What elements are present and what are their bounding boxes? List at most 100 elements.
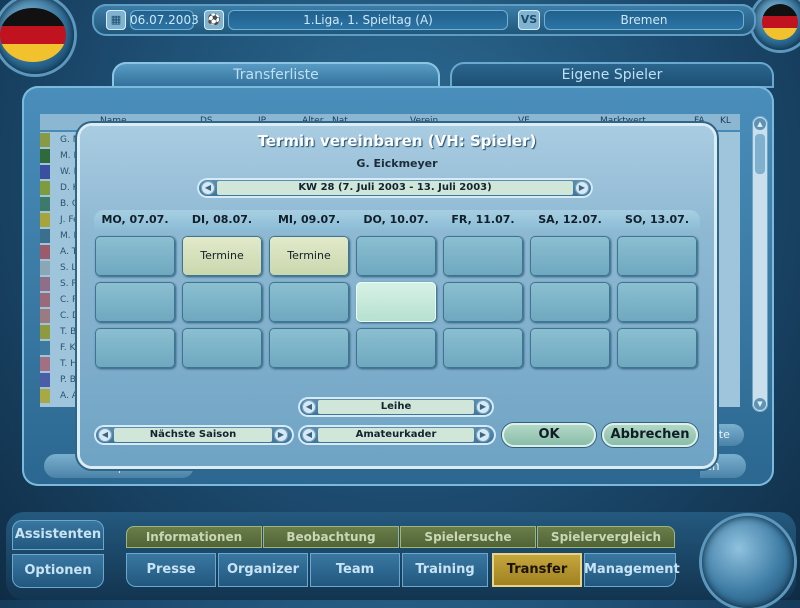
color-swatch xyxy=(40,357,50,371)
fixture-icon[interactable]: ⚽ xyxy=(204,10,224,30)
nav-management[interactable]: Management xyxy=(584,553,680,587)
sub-spielersuche[interactable]: Spielersuche xyxy=(400,526,536,548)
color-swatch xyxy=(40,373,50,387)
slot-mi-2[interactable] xyxy=(269,282,349,322)
contract-type-field: Leihe xyxy=(318,400,474,414)
slot-di-2[interactable] xyxy=(182,282,262,322)
slot-so-1[interactable] xyxy=(617,236,697,276)
day-fr: FR, 11.07. xyxy=(451,213,515,226)
next-week-button[interactable]: ▶ xyxy=(575,181,589,195)
day-so: SO, 13.07. xyxy=(624,213,689,226)
prev-contract-button[interactable]: ◀ xyxy=(302,400,316,414)
slot-mi-3[interactable] xyxy=(269,328,349,368)
color-swatch xyxy=(40,389,50,403)
prev-week-button[interactable]: ◀ xyxy=(201,181,215,195)
slot-fr-2[interactable] xyxy=(443,282,523,322)
versus-label: VS xyxy=(518,10,540,30)
prev-squad-button[interactable]: ◀ xyxy=(302,428,316,442)
slot-do-3[interactable] xyxy=(356,328,436,368)
current-date: 06.07.2003 xyxy=(130,10,199,30)
tab-eigene-spieler[interactable]: Eigene Spieler xyxy=(450,62,774,88)
slot-so-2[interactable] xyxy=(617,282,697,322)
week-selector: ◀ KW 28 (7. Juli 2003 - 13. Juli 2003) ▶ xyxy=(197,178,593,198)
slot-so-3[interactable] xyxy=(617,328,697,368)
scroll-down-icon[interactable]: ▼ xyxy=(754,398,766,410)
slot-fr-1[interactable] xyxy=(443,236,523,276)
prev-season-button[interactable]: ◀ xyxy=(98,428,112,442)
slot-mo-1[interactable] xyxy=(95,236,175,276)
sub-spielervergleich[interactable]: Spielervergleich xyxy=(537,526,675,548)
slot-fr-3[interactable] xyxy=(443,328,523,368)
slot-do-1[interactable] xyxy=(356,236,436,276)
dialog-title: Termin vereinbaren (VH: Spieler) xyxy=(257,132,537,150)
slot-mi-1[interactable]: Termine xyxy=(269,236,349,276)
assistenten-button[interactable]: Assistenten xyxy=(12,520,104,550)
col-ip[interactable]: IP xyxy=(258,116,266,126)
slot-mo-2[interactable] xyxy=(95,282,175,322)
list-scrollbar[interactable]: ▲ ▼ xyxy=(752,116,768,412)
opponent-name: Bremen xyxy=(544,10,744,30)
slot-di-3[interactable] xyxy=(182,328,262,368)
current-match: 1.Liga, 1. Spieltag (A) xyxy=(228,10,508,30)
col-alter[interactable]: Alter xyxy=(302,116,323,126)
sub-beobachtung[interactable]: Beobachtung xyxy=(263,526,399,548)
flag-globe-right xyxy=(752,0,800,50)
col-name[interactable]: Name xyxy=(100,116,127,126)
ok-button[interactable]: OK xyxy=(502,423,596,447)
tab-transferliste[interactable]: Transferliste xyxy=(112,62,440,88)
calendar-icon[interactable]: ▦ xyxy=(106,10,126,30)
slot-sa-1[interactable] xyxy=(530,236,610,276)
cancel-button[interactable]: Abbrechen xyxy=(602,423,698,447)
col-kl[interactable]: KL xyxy=(720,116,731,126)
nav-training[interactable]: Training xyxy=(402,553,488,587)
next-season-button[interactable]: ▶ xyxy=(274,428,288,442)
nav-team[interactable]: Team xyxy=(310,553,400,587)
color-swatch xyxy=(40,245,50,259)
color-swatch xyxy=(40,181,50,195)
scroll-up-icon[interactable]: ▲ xyxy=(754,118,766,130)
slot-mo-3[interactable] xyxy=(95,328,175,368)
player-name: G. Eickmeyer xyxy=(356,157,438,170)
flag-globe-left xyxy=(0,0,74,74)
squad-selector: ◀ Amateurkader ▶ xyxy=(298,425,496,445)
col-marktwert[interactable]: Marktwert xyxy=(600,116,646,126)
color-swatch xyxy=(40,133,50,147)
squad-field: Amateurkader xyxy=(318,428,474,442)
sub-informationen[interactable]: Informationen xyxy=(126,526,262,548)
col-fa[interactable]: FA xyxy=(694,116,705,126)
col-ve[interactable]: VE xyxy=(518,116,530,126)
season-field: Nächste Saison xyxy=(114,428,272,442)
day-sa: SA, 12.07. xyxy=(538,213,602,226)
color-swatch xyxy=(40,165,50,179)
day-di: DI, 08.07. xyxy=(191,213,253,226)
nav-presse[interactable]: Presse xyxy=(126,553,216,587)
col-ds[interactable]: DS xyxy=(200,116,213,126)
col-nat[interactable]: Nat xyxy=(332,116,348,126)
next-contract-button[interactable]: ▶ xyxy=(476,400,490,414)
color-swatch xyxy=(40,229,50,243)
color-swatch xyxy=(40,197,50,211)
color-swatch xyxy=(40,149,50,163)
contract-type-selector: ◀ Leihe ▶ xyxy=(298,397,494,417)
week-field: KW 28 (7. Juli 2003 - 13. Juli 2003) xyxy=(217,181,573,195)
day-mi: MI, 09.07. xyxy=(277,213,341,226)
day-mo: MO, 07.07. xyxy=(101,213,169,226)
color-swatch xyxy=(40,261,50,275)
list-button-right[interactable]: iste xyxy=(710,424,744,446)
nav-transfer[interactable]: Transfer xyxy=(492,553,582,587)
optionen-button[interactable]: Optionen xyxy=(12,554,104,588)
slot-sa-3[interactable] xyxy=(530,328,610,368)
col-verein[interactable]: Verein xyxy=(410,116,438,126)
slot-sa-2[interactable] xyxy=(530,282,610,322)
day-do: DO, 10.07. xyxy=(363,213,429,226)
football-globe-icon xyxy=(702,516,794,608)
season-selector: ◀ Nächste Saison ▶ xyxy=(94,425,294,445)
slot-do-2[interactable] xyxy=(356,282,436,322)
color-swatch xyxy=(40,277,50,291)
top-info-bar: ▦ 06.07.2003 ⚽ 1.Liga, 1. Spieltag (A) V… xyxy=(92,4,756,36)
next-squad-button[interactable]: ▶ xyxy=(476,428,490,442)
nav-organizer[interactable]: Organizer xyxy=(218,553,308,587)
slot-di-1[interactable]: Termine xyxy=(182,236,262,276)
scroll-thumb[interactable] xyxy=(755,134,765,174)
color-swatch xyxy=(40,325,50,339)
